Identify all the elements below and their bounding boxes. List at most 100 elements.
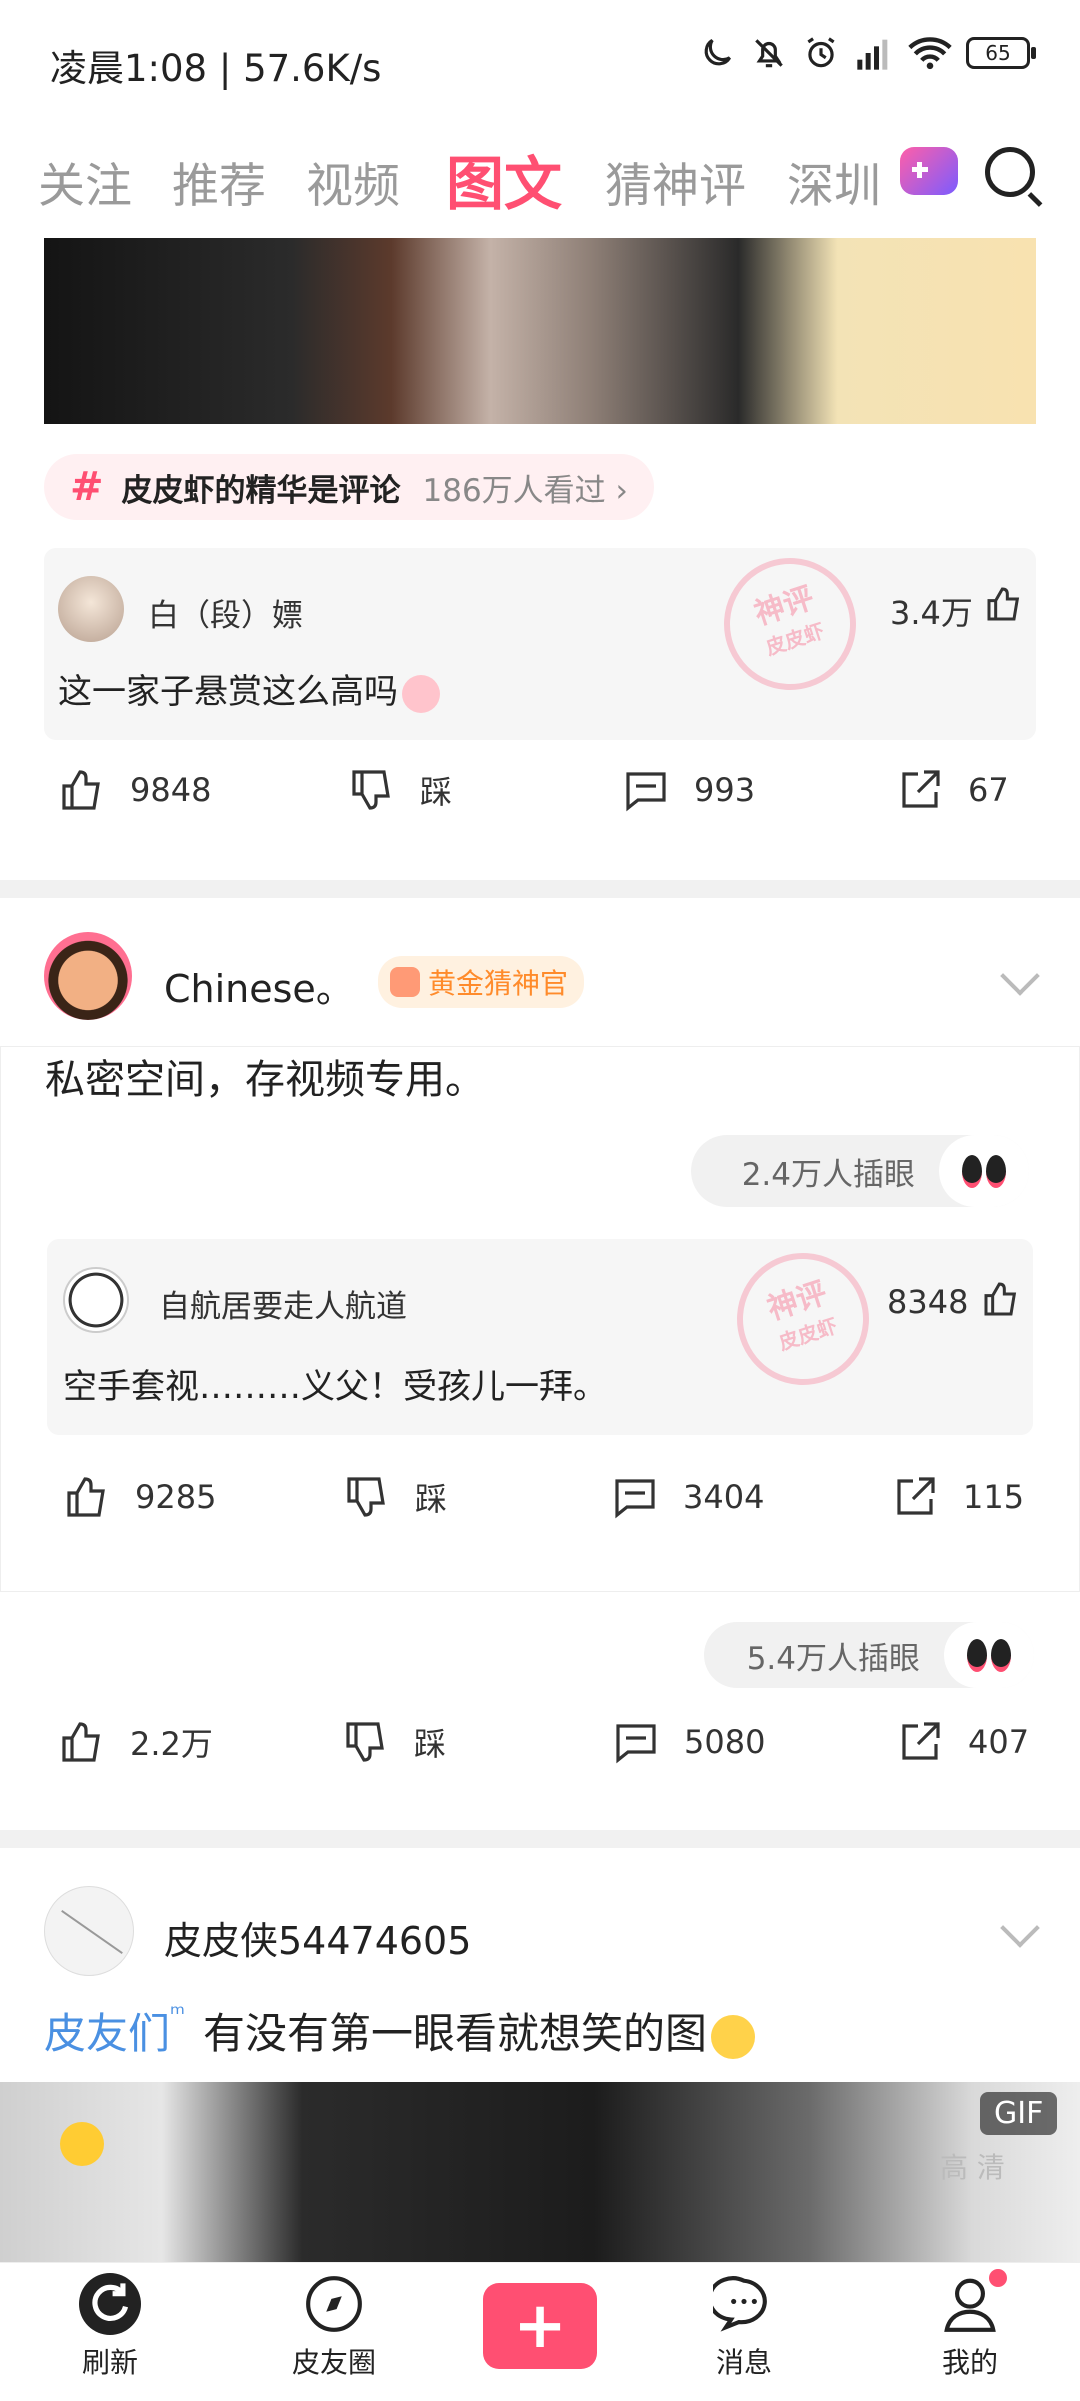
dislike-button[interactable]: 踩 bbox=[342, 1718, 446, 1766]
dislike-button[interactable]: 踩 bbox=[348, 766, 452, 814]
publish-button[interactable]: + bbox=[470, 2283, 610, 2369]
comment-user[interactable]: 自航居要走人航道 bbox=[159, 1281, 407, 1326]
person-icon bbox=[939, 2269, 1007, 2335]
share-button[interactable]: 115 bbox=[891, 1473, 1024, 1521]
game-icon[interactable] bbox=[900, 147, 958, 195]
post-text[interactable]: 有没有第一眼看就想笑的图 bbox=[203, 2009, 707, 2058]
battery-indicator: 65 bbox=[966, 37, 1036, 69]
post-actions: 2.2万 踩 5080 407 bbox=[0, 1718, 1080, 1808]
post-actions: 9848 踩 993 67 bbox=[0, 766, 1080, 856]
compass-icon bbox=[303, 2273, 365, 2335]
nav-circle[interactable]: 皮友圈 bbox=[264, 2273, 404, 2381]
refresh-icon bbox=[79, 2273, 141, 2335]
notification-dot bbox=[989, 2269, 1007, 2287]
signal-icon bbox=[857, 39, 888, 70]
comment-icon bbox=[626, 772, 666, 812]
hd-watermark: 高 清 bbox=[940, 2151, 1005, 2184]
tab-image-text[interactable]: 图文 bbox=[446, 137, 562, 221]
repost-actions: 9285 踩 3404 115 bbox=[1, 1473, 1079, 1563]
emoji-icon bbox=[402, 674, 440, 713]
feed-divider bbox=[0, 880, 1080, 898]
medal-icon bbox=[390, 967, 420, 997]
plus-icon: + bbox=[483, 2283, 597, 2369]
comment-text: 这一家子悬赏这么高吗 bbox=[58, 664, 440, 713]
rank-badge[interactable]: 黄金猜神官 bbox=[378, 956, 585, 1008]
status-icons: 65 bbox=[698, 34, 1036, 72]
gif-image[interactable]: 高 清 GIF bbox=[0, 2082, 1080, 2262]
thumb-down-icon bbox=[352, 770, 390, 810]
hash-icon: # bbox=[70, 464, 104, 510]
status-time-speed: 凌晨1:08 | 57.6K/s bbox=[50, 47, 382, 90]
nav-me[interactable]: 我的 bbox=[900, 2269, 1040, 2381]
comment-like-count: 8348 bbox=[887, 1283, 969, 1321]
comment-button[interactable]: 3404 bbox=[611, 1473, 764, 1521]
wifi-icon bbox=[908, 37, 952, 70]
god-comment[interactable]: 白（段）嫖 神评 皮皮虾 3.4万 这一家子悬赏这么高吗 bbox=[44, 540, 1036, 740]
thumb-up-icon bbox=[67, 1477, 105, 1517]
alarm-icon bbox=[807, 37, 835, 68]
like-button[interactable]: 9848 bbox=[58, 766, 211, 814]
thumb-up-icon bbox=[62, 1722, 100, 1762]
share-icon bbox=[897, 1477, 935, 1515]
eyes-icon bbox=[944, 1622, 1034, 1688]
avatar[interactable] bbox=[63, 1267, 129, 1333]
eyes-icon bbox=[939, 1135, 1029, 1207]
feed-divider bbox=[0, 1830, 1080, 1848]
message-icon bbox=[707, 2273, 775, 2335]
like-button[interactable]: 9285 bbox=[63, 1473, 216, 1521]
share-icon bbox=[902, 1722, 940, 1760]
nav-messages[interactable]: 消息 bbox=[674, 2273, 814, 2381]
top-tabs: 关注 推荐 视频 图文 猜神评 深圳 bbox=[0, 125, 1080, 235]
comment-icon bbox=[616, 1724, 656, 1764]
post-text[interactable]: 私密空间，存视频专用。 bbox=[45, 1047, 485, 1105]
nav-refresh[interactable]: 刷新 bbox=[40, 2273, 180, 2381]
post-image[interactable] bbox=[44, 238, 1036, 424]
topic-views: 186万人看过 › bbox=[422, 472, 628, 509]
avatar[interactable] bbox=[44, 1886, 134, 1976]
comment-user[interactable]: 白（段）嫖 bbox=[148, 590, 303, 635]
god-comment-stamp: 神评 皮皮虾 bbox=[719, 1235, 887, 1403]
eye-mark-button[interactable]: 5.4万人插眼 bbox=[704, 1622, 1034, 1688]
comment-button[interactable]: 993 bbox=[622, 766, 755, 814]
comment-like-count: 3.4万 bbox=[890, 594, 973, 632]
tab-shenzhen[interactable]: 深圳 bbox=[787, 147, 881, 216]
duck-icon bbox=[60, 2122, 104, 2166]
repost-card: 私密空间，存视频专用。 2.4万人插眼 自航居要走人航道 神评 皮皮虾 8348… bbox=[0, 1046, 1080, 1592]
tab-video[interactable]: 视频 bbox=[306, 147, 400, 216]
post-author[interactable]: 皮皮侠54474605 bbox=[164, 1910, 471, 1965]
search-icon[interactable] bbox=[985, 147, 1035, 197]
mute-bell-icon bbox=[755, 39, 783, 68]
thumb-down-icon bbox=[347, 1477, 385, 1517]
eye-mark-button[interactable]: 2.4万人插眼 bbox=[691, 1135, 1029, 1207]
chevron-down-icon[interactable] bbox=[1000, 956, 1040, 996]
thumb-up-icon bbox=[62, 770, 100, 810]
chevron-down-icon[interactable] bbox=[1000, 1908, 1040, 1948]
comment-text: 空手套视………义父！受孩儿一拜。 bbox=[63, 1367, 607, 1407]
topic-chip[interactable]: # 皮皮虾的精华是评论 186万人看过 › bbox=[44, 454, 654, 520]
avatar[interactable] bbox=[58, 576, 124, 642]
comment-button[interactable]: 5080 bbox=[612, 1718, 765, 1766]
post-title: 皮友们ᵐ 有没有第一眼看就想笑的图 bbox=[44, 2000, 755, 2061]
tab-guess-comment[interactable]: 猜神评 bbox=[605, 147, 746, 216]
community-tag[interactable]: 皮友们 bbox=[44, 2009, 170, 2058]
god-comment-stamp: 神评 皮皮虾 bbox=[706, 540, 874, 708]
share-button[interactable]: 407 bbox=[896, 1718, 1029, 1766]
thumb-up-icon[interactable] bbox=[981, 1279, 1021, 1319]
like-button[interactable]: 2.2万 bbox=[58, 1718, 213, 1766]
moon-icon bbox=[704, 38, 732, 66]
gif-badge: GIF bbox=[980, 2092, 1058, 2135]
bottom-nav: 刷新 皮友圈 + 消息 我的 bbox=[0, 2262, 1080, 2401]
god-comment[interactable]: 自航居要走人航道 神评 皮皮虾 8348 空手套视………义父！受孩儿一拜。 bbox=[47, 1235, 1033, 1435]
thumb-up-icon[interactable] bbox=[984, 584, 1024, 624]
avatar[interactable] bbox=[44, 932, 132, 1020]
share-icon bbox=[902, 770, 940, 808]
dislike-button[interactable]: 踩 bbox=[343, 1473, 447, 1521]
emoji-icon bbox=[710, 2014, 755, 2059]
tab-recommend[interactable]: 推荐 bbox=[172, 147, 266, 216]
status-bar: 凌晨1:08 | 57.6K/s 65 bbox=[0, 0, 1080, 120]
topic-name: 皮皮虾的精华是评论 bbox=[121, 472, 401, 509]
share-button[interactable]: 67 bbox=[896, 766, 1009, 814]
tab-follow[interactable]: 关注 bbox=[38, 147, 132, 216]
post-author[interactable]: Chinese。 bbox=[164, 958, 354, 1013]
thumb-down-icon bbox=[346, 1722, 384, 1762]
